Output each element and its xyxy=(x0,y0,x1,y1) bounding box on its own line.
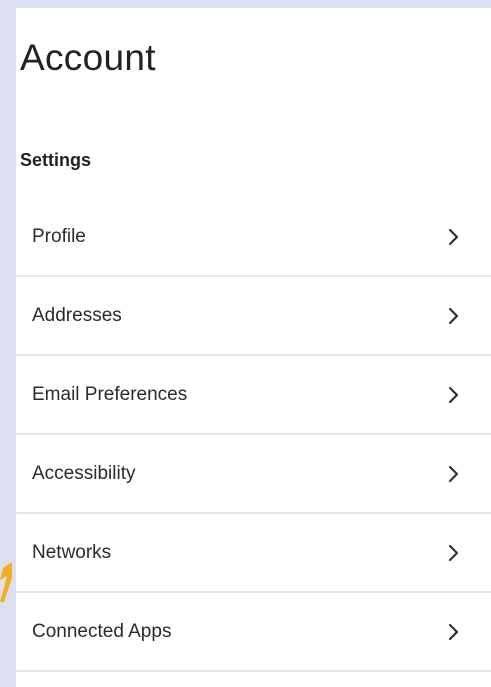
chevron-right-icon xyxy=(448,465,459,483)
accent-mark xyxy=(0,562,12,602)
settings-item-email-preferences[interactable]: Email Preferences xyxy=(16,356,491,435)
settings-item-label: Addresses xyxy=(32,305,122,326)
chevron-right-icon xyxy=(448,544,459,562)
settings-item-label: Accessibility xyxy=(32,463,136,484)
settings-heading: Settings xyxy=(20,150,92,170)
page-title: Account xyxy=(20,37,156,78)
chevron-right-icon xyxy=(448,386,459,404)
settings-item-profile[interactable]: Profile xyxy=(16,198,491,277)
settings-item-addresses[interactable]: Addresses xyxy=(16,277,491,356)
chevron-right-icon xyxy=(448,623,459,641)
settings-item-connected-apps[interactable]: Connected Apps xyxy=(16,593,491,672)
settings-item-label: Email Preferences xyxy=(32,384,188,405)
settings-item-accessibility[interactable]: Accessibility xyxy=(16,435,491,514)
settings-item-label: Connected Apps xyxy=(32,621,172,642)
chevron-right-icon xyxy=(448,307,459,325)
settings-item-label: Profile xyxy=(32,226,86,247)
settings-list: Profile Addresses Email Preferences Acce… xyxy=(16,198,491,672)
settings-item-networks[interactable]: Networks xyxy=(16,514,491,593)
chevron-right-icon xyxy=(448,228,459,246)
account-panel: Account Settings Profile Addresses Email… xyxy=(16,8,491,687)
settings-item-label: Networks xyxy=(32,542,112,563)
